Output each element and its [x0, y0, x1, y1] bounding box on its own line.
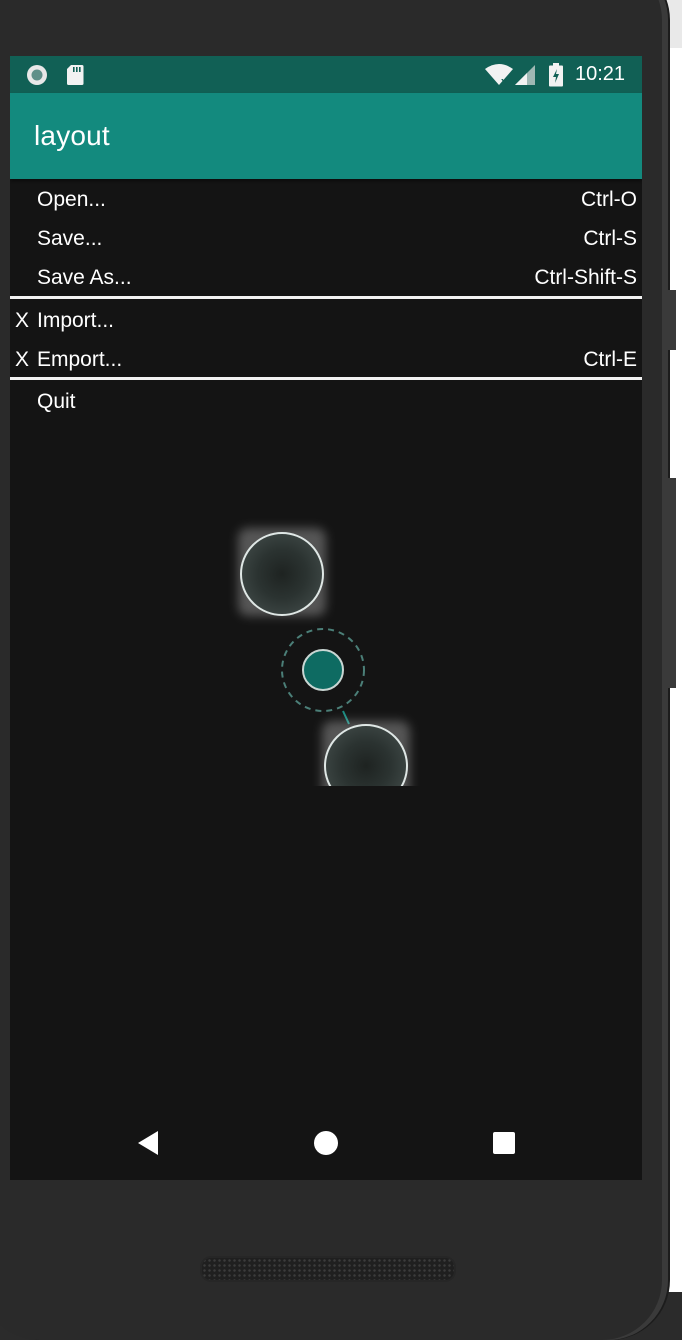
app-title: layout [34, 120, 110, 151]
menu-divider [10, 296, 642, 299]
sd-card-icon [66, 64, 84, 91]
layout-canvas[interactable] [10, 456, 642, 786]
menu-item-quit[interactable]: Quit [10, 381, 642, 420]
status-time: 10:21 [575, 63, 626, 85]
menu-item-shortcut: Ctrl-E [583, 348, 637, 371]
signal-icon [513, 64, 537, 91]
phone-speaker-grille [200, 1256, 456, 1282]
phone-side-button [668, 290, 676, 350]
menu-item-save-as[interactable]: Save As... Ctrl-Shift-S [10, 257, 642, 296]
menu-item-shortcut: Ctrl-O [581, 188, 637, 211]
status-bar: x 10:21 [10, 56, 642, 93]
wifi-icon: x [484, 63, 514, 92]
circle-icon [26, 64, 48, 91]
menu-item-label: Emport... [37, 348, 123, 371]
menu-item-open[interactable]: Open... Ctrl-O [10, 179, 642, 218]
menu-item-mark: X [15, 309, 30, 332]
battery-icon [548, 63, 564, 92]
home-icon[interactable] [314, 1131, 338, 1155]
menu-item-mark: X [15, 348, 30, 371]
menu-item-label: Open... [37, 188, 106, 211]
menu-item-label: Import... [37, 309, 115, 332]
phone-screen: x 10:21 layout Open... Ctrl-O Save... Ct… [10, 56, 642, 1180]
app-bar: layout [10, 93, 642, 179]
menu-item-label: Quit [37, 390, 76, 413]
menu-divider [10, 377, 642, 380]
center-node[interactable] [302, 649, 344, 691]
menu-item-save[interactable]: Save... Ctrl-S [10, 218, 642, 257]
menu-item-shortcut: Ctrl-Shift-S [534, 266, 637, 289]
menu-item-import[interactable]: X Import... [10, 300, 642, 339]
phone-volume-button [668, 478, 676, 688]
menu-item-shortcut: Ctrl-S [583, 227, 637, 250]
handle-node-top[interactable] [238, 528, 326, 616]
recent-apps-icon[interactable] [493, 1132, 515, 1154]
menu-item-emport[interactable]: X Emport... Ctrl-E [10, 339, 642, 378]
handle-node-bottom[interactable] [322, 721, 410, 786]
back-icon[interactable] [136, 1130, 160, 1161]
menu-item-label: Save As... [37, 266, 132, 289]
menu-item-label: Save... [37, 227, 103, 250]
svg-text:x: x [501, 76, 508, 87]
